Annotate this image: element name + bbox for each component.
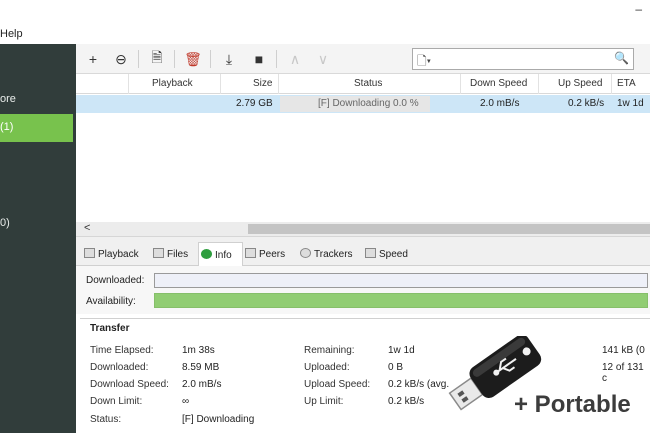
sidebar-item-label: (1) [0, 121, 14, 133]
availability-label: Availability: [86, 296, 136, 307]
sidebar-item-explore[interactable]: ore [0, 86, 73, 112]
toolbar-divider [138, 50, 139, 68]
downloaded-bar [154, 273, 648, 288]
pause-button[interactable]: ■ [248, 48, 270, 70]
move-up-button[interactable]: ∧ [284, 48, 306, 70]
sidebar-item-label: 0) [0, 217, 10, 229]
title-bar: – [0, 0, 650, 24]
progress-bars: Downloaded: Availability: [76, 266, 650, 314]
torrent-row[interactable]: 2.79 GB [F] Downloading 0.0 % 2.0 mB/s 0… [76, 95, 650, 113]
sidebar: ore (1) 0) [0, 44, 76, 433]
column-header-status[interactable]: Status [354, 78, 382, 89]
detail-tabs: Playback Files Info Peers Trackers Speed [76, 242, 650, 266]
peers-icon [245, 248, 256, 258]
time-elapsed-label: Time Elapsed: [90, 345, 154, 356]
add-torrent-button[interactable]: + [82, 48, 104, 70]
toolbar: + ⊖ 🗎 🗑 ⤓ ■ ∧ ∨ 🗋▾ 🔍 [76, 44, 650, 74]
folder-icon [153, 248, 164, 258]
scroll-left-icon[interactable]: < [84, 222, 90, 234]
download-speed-value: 2.0 mB/s [182, 379, 222, 390]
search-filter-icon[interactable]: 🗋▾ [417, 52, 431, 73]
resume-button[interactable]: ⤓ [218, 48, 240, 70]
availability-bar [154, 293, 648, 308]
column-header-up-speed[interactable]: Up Speed [558, 78, 602, 89]
remaining-label: Remaining: [304, 345, 355, 356]
column-divider [278, 74, 279, 94]
torrent-eta: 1w 1d [617, 98, 644, 109]
portable-caption: + Portable [514, 391, 631, 418]
downloaded-label: Downloaded: [86, 275, 145, 286]
downloaded-label: Downloaded: [90, 362, 149, 373]
add-link-button[interactable]: ⊖ [110, 48, 132, 70]
torrent-up-speed: 0.2 kB/s [568, 98, 605, 109]
tab-playback[interactable]: Playback [84, 242, 139, 266]
uploaded-label: Uploaded: [304, 362, 350, 373]
up-limit-value: 0.2 kB/s [388, 396, 425, 407]
download-speed-label: Download Speed: [90, 379, 169, 390]
status-value: [F] Downloading [182, 414, 255, 425]
tab-label: Info [215, 250, 232, 261]
torrent-size: 2.79 GB [236, 98, 273, 109]
column-header-size[interactable]: Size [253, 78, 272, 89]
column-header-down-speed[interactable]: Down Speed [470, 78, 527, 89]
downloaded-value: 8.59 MB [182, 362, 220, 373]
toolbar-divider [174, 50, 175, 68]
tab-label: Peers [259, 249, 286, 260]
minimize-button[interactable]: – [635, 2, 642, 16]
wasted-value: 141 kB (0 [602, 345, 645, 356]
create-torrent-button[interactable]: 🗎 [146, 48, 168, 70]
transfer-title: Transfer [90, 323, 130, 334]
remaining-value: 1w 1d [388, 345, 415, 356]
tab-info[interactable]: Info [198, 242, 243, 266]
down-limit-label: Down Limit: [90, 396, 143, 407]
menu-help[interactable]: Help [0, 28, 23, 40]
tab-speed[interactable]: Speed [365, 242, 408, 266]
tab-label: Playback [98, 249, 139, 260]
tab-files[interactable]: Files [153, 242, 188, 266]
menu-bar: Help [0, 24, 650, 44]
uploaded-value: 0 B [388, 362, 404, 373]
scroll-thumb[interactable] [248, 224, 650, 234]
delete-button[interactable]: 🗑 [182, 48, 204, 70]
playback-icon [84, 248, 95, 258]
info-icon [201, 249, 212, 259]
time-elapsed-value: 1m 38s [182, 345, 215, 356]
tab-label: Speed [379, 249, 408, 260]
column-header-playback[interactable]: Playback [152, 78, 193, 89]
toolbar-divider [210, 50, 211, 68]
column-divider [538, 74, 539, 94]
status-label: Status: [90, 414, 122, 425]
upload-speed-label: Upload Speed: [304, 379, 371, 390]
sidebar-item-downloading[interactable]: (1) [0, 114, 73, 142]
search-box: 🗋▾ 🔍 [412, 48, 634, 70]
sidebar-item-label: ore [0, 93, 16, 105]
pieces-value: 12 of 131 c [602, 362, 644, 384]
torrent-down-speed: 2.0 mB/s [480, 98, 520, 109]
column-divider [611, 74, 612, 94]
tab-trackers[interactable]: Trackers [300, 242, 353, 266]
sidebar-item-other[interactable]: 0) [0, 210, 73, 236]
speed-icon [365, 248, 376, 258]
trackers-icon [300, 248, 311, 258]
move-down-button[interactable]: ∨ [312, 48, 334, 70]
tab-peers[interactable]: Peers [245, 242, 285, 266]
tab-label: Files [167, 249, 189, 260]
toolbar-divider [276, 50, 277, 68]
up-limit-label: Up Limit: [304, 396, 344, 407]
column-header-eta[interactable]: ETA [617, 78, 636, 89]
torrent-status: [F] Downloading 0.0 % [318, 98, 419, 109]
column-divider [128, 74, 129, 94]
torrent-list-header: Playback Size Status Down Speed Up Speed… [76, 74, 650, 94]
search-input[interactable] [443, 51, 603, 67]
column-divider [220, 74, 221, 94]
search-icon[interactable]: 🔍 [614, 51, 629, 65]
horizontal-scrollbar[interactable]: < [76, 222, 650, 236]
column-divider [460, 74, 461, 94]
down-limit-value: ∞ [182, 396, 190, 407]
tab-label: Trackers [314, 249, 353, 260]
